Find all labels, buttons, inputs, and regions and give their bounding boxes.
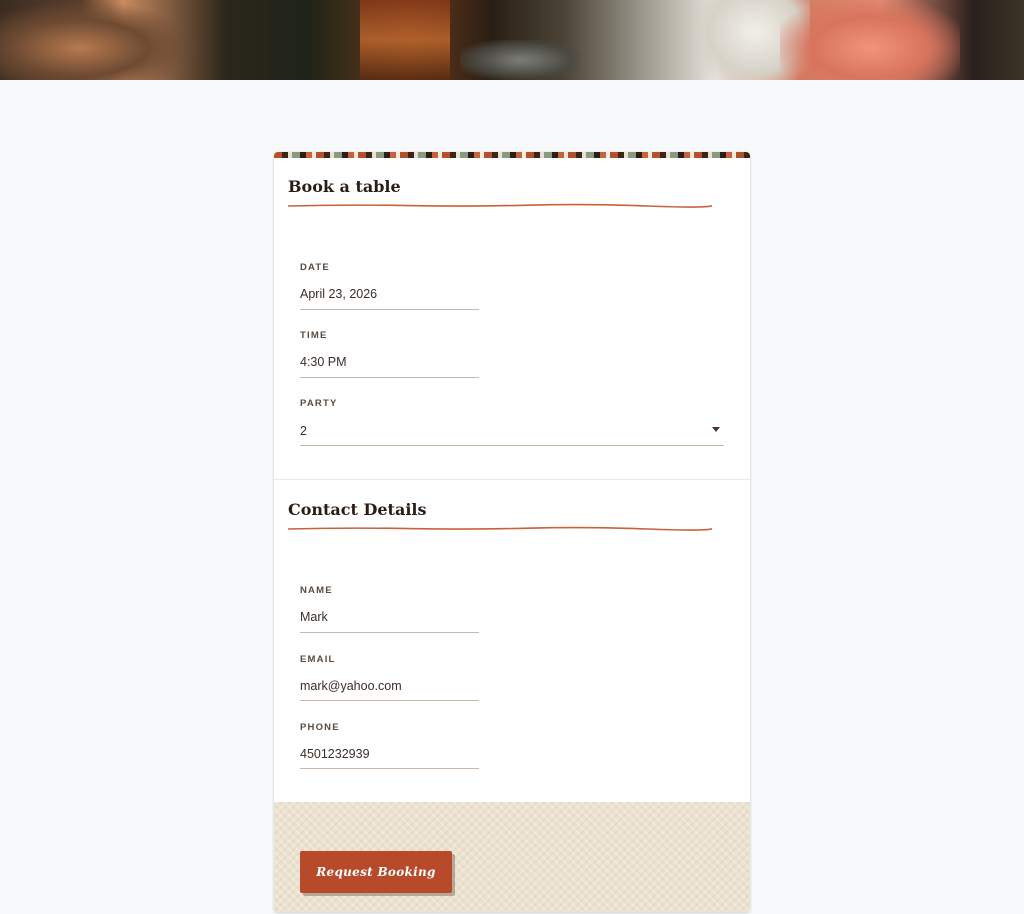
time-input[interactable]: 4:30 PM: [300, 355, 347, 369]
party-label: PARTY: [300, 398, 338, 409]
email-input[interactable]: mark@yahoo.com: [300, 679, 402, 693]
contact-title-underline: [288, 526, 712, 531]
phone-label: PHONE: [300, 722, 340, 733]
decorative-stripe: [274, 152, 750, 158]
hero-image: [0, 0, 1024, 80]
section-divider: [274, 479, 750, 480]
date-label: DATE: [300, 262, 330, 273]
email-input-underline: [300, 700, 479, 701]
phone-input[interactable]: 4501232939: [300, 747, 370, 761]
date-input-underline: [300, 309, 479, 310]
contact-section-title: Contact Details: [288, 500, 427, 519]
party-select-underline: [300, 445, 724, 446]
date-input[interactable]: April 23, 2026: [300, 287, 377, 301]
request-booking-button[interactable]: Request Booking: [300, 851, 452, 893]
booking-card: Book a table DATE April 23, 2026 TIME 4:…: [274, 152, 750, 912]
card-footer: Request Booking: [274, 802, 750, 912]
name-input-underline: [300, 632, 479, 633]
email-label: EMAIL: [300, 654, 336, 665]
name-input[interactable]: Mark: [300, 610, 328, 624]
party-select[interactable]: 2: [300, 424, 307, 438]
booking-section-title: Book a table: [288, 177, 401, 196]
time-label: TIME: [300, 330, 328, 341]
name-label: NAME: [300, 585, 333, 596]
time-input-underline: [300, 377, 479, 378]
booking-title-underline: [288, 203, 712, 208]
chevron-down-icon[interactable]: [712, 427, 720, 432]
phone-input-underline: [300, 768, 479, 769]
